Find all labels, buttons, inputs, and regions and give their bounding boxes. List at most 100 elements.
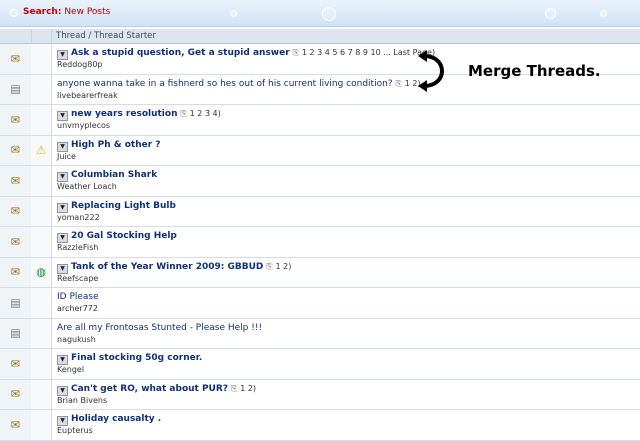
thread-title-link[interactable]: Tank of the Year Winner 2009: GBBUD <box>71 262 263 272</box>
thread-prefix-cell <box>31 379 52 409</box>
thread-starter[interactable]: Brian Bivens <box>57 396 107 405</box>
thread-starter[interactable]: Eupterus <box>57 426 93 435</box>
hot-thread-icon: ✉ <box>10 143 21 157</box>
hot-thread-icon: ✉ <box>10 357 21 371</box>
thread-prefix-cell <box>31 318 52 348</box>
thread-starter[interactable]: archer772 <box>57 304 98 313</box>
thread-title-link[interactable]: 20 Gal Stocking Help <box>71 231 177 241</box>
thread-row: ✉ ▼ Columbian Shark Weather Loach <box>0 166 640 197</box>
thread-title-link[interactable]: Replacing Light Bulb <box>71 201 176 211</box>
multipage-icon: ⎘ <box>395 78 402 88</box>
thread-row: ✉ ▼ Final stocking 50g corner. Kengel <box>0 349 640 380</box>
thread-status-cell: ✉ <box>0 379 32 409</box>
thread-starter[interactable]: RazzleFish <box>57 243 98 252</box>
thread-row: ✉ ▼ Holiday causalty . Eupterus <box>0 410 640 441</box>
thread-title-link[interactable]: High Ph & other ? <box>71 140 161 150</box>
thread-prefix-cell <box>31 196 52 226</box>
thread-title-link[interactable]: ID Please <box>57 292 99 302</box>
hot-thread-icon: ✉ <box>10 204 21 218</box>
search-value[interactable]: New Posts <box>64 7 110 17</box>
thread-status-cell: ▤ <box>0 288 32 318</box>
thread-status-cell: ▤ <box>0 318 32 348</box>
thread-row: ✉ ⚠ ▼ High Ph & other ? Juice <box>0 135 640 166</box>
thread-row: ✉ ▼ Can't get RO, what about PUR? ⎘ 1 2) Br… <box>0 379 640 410</box>
thread-menu-arrow-icon[interactable]: ▼ <box>57 385 68 396</box>
column-header-thread[interactable]: Thread / Thread Starter <box>56 31 156 41</box>
thread-menu-arrow-icon[interactable]: ▼ <box>57 141 68 152</box>
hot-thread-icon: ✉ <box>10 113 21 127</box>
thread-status-cell: ✉ <box>0 196 32 226</box>
thread-starter[interactable]: livebearerfreak <box>57 91 118 100</box>
thread-starter[interactable]: Reddog80p <box>57 60 103 69</box>
thread-title-link[interactable]: new years resolution <box>71 109 177 119</box>
thread-row: ✉ ▼ 20 Gal Stocking Help RazzleFish <box>0 227 640 258</box>
thread-starter[interactable]: Reefscape <box>57 274 98 283</box>
search-label: Search: <box>23 7 62 17</box>
thread-status-cell: ✉ <box>0 257 32 287</box>
thread-row: ✉ ▼ Replacing Light Bulb yoman222 <box>0 196 640 227</box>
thread-status-cell: ✉ <box>0 227 32 257</box>
thread-row: ✉ ◍ ▼ Tank of the Year Winner 2009: GBBUD ⎘… <box>0 257 640 288</box>
thread-starter[interactable]: Kengel <box>57 365 84 374</box>
multipage-icon: ⎘ <box>292 48 299 57</box>
thread-title-link[interactable]: Ask a stupid question, Get a stupid answ… <box>71 48 290 58</box>
thread-menu-arrow-icon[interactable]: ▼ <box>57 355 68 365</box>
thread-menu-arrow-icon[interactable]: ▼ <box>57 263 68 274</box>
page-title: Search: New Posts <box>23 7 110 17</box>
thread-title-link[interactable]: anyone wanna take in a fishnerd so hes o… <box>57 79 393 89</box>
thread-prefix-cell: ◍ <box>31 257 52 287</box>
thread-status-cell: ✉ <box>0 410 32 440</box>
multipage-icon: ⎘ <box>266 261 273 271</box>
thread-starter[interactable]: unvmyplecos <box>57 121 110 130</box>
thread-pages[interactable]: 1 2) <box>276 262 292 271</box>
thread-starter[interactable]: yoman222 <box>57 213 100 222</box>
thread-icon: ▤ <box>10 296 21 310</box>
thread-title-link[interactable]: Final stocking 50g corner. <box>71 353 202 363</box>
thread-status-cell: ✉ <box>0 166 32 196</box>
thread-menu-arrow-icon[interactable]: ▼ <box>57 172 68 182</box>
thread-row: ✉ ▼ new years resolution ⎘ 1 2 3 4) unvmypl… <box>0 105 640 136</box>
thread-starter[interactable]: nagukush <box>57 335 96 344</box>
thread-menu-arrow-icon[interactable]: ▼ <box>57 233 68 243</box>
thread-starter[interactable]: Juice <box>57 152 76 161</box>
multipage-icon: ⎘ <box>180 109 187 118</box>
thread-prefix-cell <box>31 74 52 104</box>
thread-prefix-cell <box>31 410 52 440</box>
thread-row: ▤ Are all my Frontosas Stunted - Please H… <box>0 318 640 349</box>
thread-title-link[interactable]: Columbian Shark <box>71 170 157 180</box>
thread-pages[interactable]: 1 2) <box>240 384 256 393</box>
thread-pages[interactable]: 1 2 3 4) <box>190 109 221 118</box>
thread-menu-arrow-icon[interactable]: ▼ <box>57 50 68 60</box>
hot-thread-icon: ✉ <box>10 235 21 249</box>
hot-thread-icon: ✉ <box>10 174 21 188</box>
merge-threads-annotation: Merge Threads. <box>468 62 601 80</box>
column-header-row: Thread / Thread Starter <box>0 29 640 44</box>
thread-status-cell: ✉ <box>0 44 32 74</box>
thread-menu-arrow-icon[interactable]: ▼ <box>57 202 68 213</box>
thread-title-link[interactable]: Are all my Frontosas Stunted - Please He… <box>57 323 262 333</box>
thread-row: ▤ ID Please archer772 <box>0 288 640 319</box>
thread-prefix-cell <box>31 105 52 135</box>
hot-thread-icon: ✉ <box>10 265 21 279</box>
thread-menu-arrow-icon[interactable]: ▼ <box>57 111 68 121</box>
thread-icon: ▤ <box>10 82 21 96</box>
thread-status-cell: ✉ <box>0 105 32 135</box>
thread-prefix-cell <box>31 44 52 74</box>
thread-status-cell: ✉ <box>0 135 32 165</box>
hot-thread-icon: ✉ <box>10 52 21 66</box>
merge-arrow-icon <box>418 50 444 92</box>
warning-icon: ⚠ <box>36 143 46 157</box>
thread-prefix-cell: ⚠ <box>31 135 52 165</box>
thread-icon: ▤ <box>10 326 21 340</box>
globe-icon: ◍ <box>36 265 46 279</box>
thread-prefix-cell <box>31 227 52 257</box>
thread-menu-arrow-icon[interactable]: ▼ <box>57 416 68 426</box>
multipage-icon: ⎘ <box>230 383 238 393</box>
hot-thread-icon: ✉ <box>10 387 21 401</box>
thread-list: ✉ ▼ Ask a stupid question, Get a stupid an… <box>0 44 640 441</box>
thread-title-link[interactable]: Can't get RO, what about PUR? <box>71 384 228 394</box>
search-header-bar: Search: New Posts <box>0 0 640 27</box>
thread-starter[interactable]: Weather Loach <box>57 182 117 191</box>
thread-prefix-cell <box>31 166 52 196</box>
hot-thread-icon: ✉ <box>10 418 21 432</box>
